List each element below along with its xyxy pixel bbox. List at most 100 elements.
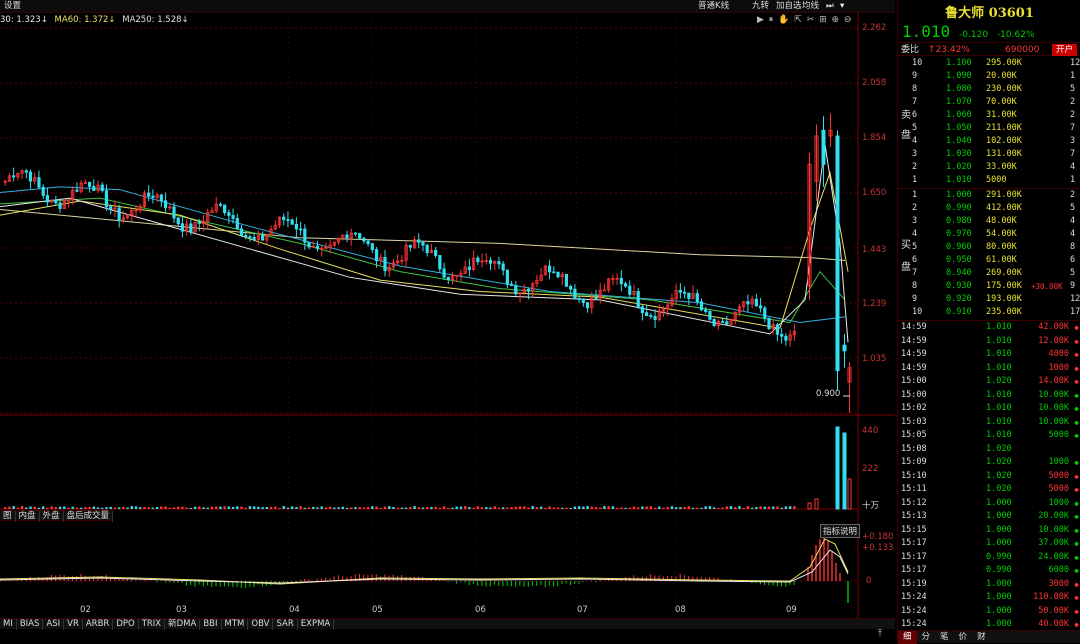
- tick-time: 15:00: [901, 376, 927, 386]
- tab-vr[interactable]: VR: [64, 619, 83, 630]
- tab-trades[interactable]: 笔: [935, 631, 954, 644]
- ask-row[interactable]: 1 1.010 5000 1: [898, 174, 1080, 187]
- tick-price: 1.010: [986, 389, 1012, 400]
- tab-obv[interactable]: OBV: [248, 619, 274, 630]
- tab-mi[interactable]: MI: [0, 619, 17, 630]
- candle-body: [41, 186, 45, 196]
- volume-bar: [354, 507, 357, 509]
- volume-bar: [501, 507, 505, 509]
- volume-bar: [607, 506, 610, 509]
- ask-row[interactable]: 2 1.020 33.00K 4: [898, 161, 1080, 174]
- tab-mtm[interactable]: MTM: [222, 619, 249, 630]
- candle-body: [746, 301, 750, 305]
- ask-count: 4: [1070, 162, 1076, 172]
- volume-bar: [670, 506, 674, 509]
- tab-price[interactable]: 价: [954, 631, 973, 644]
- stock-name: 鲁大师: [945, 6, 985, 21]
- open-account-button[interactable]: 开户: [1051, 44, 1077, 56]
- tick-row: 15:10 1.020 5000 ◆: [898, 470, 1080, 484]
- candle-body: [476, 257, 480, 263]
- volume-bar: [658, 506, 661, 509]
- bid-count: 5: [1070, 203, 1076, 213]
- candle-body: [721, 321, 725, 323]
- tab-arbr[interactable]: ARBR: [83, 619, 114, 630]
- candle-body: [345, 234, 349, 239]
- bid-row[interactable]: 6 0.950 61.00K 6: [898, 254, 1080, 267]
- tab-bbi[interactable]: BBI: [200, 619, 222, 630]
- tick-volume: 1000: [1048, 362, 1069, 373]
- tab-finance[interactable]: 财: [972, 631, 991, 644]
- ask-row[interactable]: 7 1.070 70.00K 2: [898, 96, 1080, 109]
- bid-row[interactable]: 3 0.980 48.00K 4: [898, 215, 1080, 228]
- bid-row[interactable]: 1 1.000 291.00K 2: [898, 189, 1080, 202]
- kline-chart-area[interactable]: [0, 12, 895, 618]
- arrow-up-icon: ◆: [1074, 512, 1079, 521]
- date-label: 02: [80, 605, 91, 615]
- volume-bar: [303, 507, 307, 509]
- ask-row[interactable]: 10 1.100 295.00K 12: [898, 57, 1080, 70]
- ask-row[interactable]: 6 1.060 31.00K 2: [898, 109, 1080, 122]
- candle-body: [366, 240, 370, 245]
- candle-body: [653, 316, 657, 320]
- ask-level: 2: [912, 162, 918, 172]
- candle-body: [775, 324, 780, 335]
- candle-body: [252, 237, 256, 240]
- bid-row[interactable]: 10 0.910 235.00K 17: [898, 306, 1080, 319]
- volume-bar: [63, 506, 66, 509]
- arrow-up-icon: ◆: [1074, 417, 1079, 427]
- tab-asi[interactable]: ASI: [43, 619, 65, 630]
- bid-level: 10: [912, 307, 923, 317]
- volume-bar: [134, 506, 138, 509]
- bid-row[interactable]: 8 0.930 175.00K +30.00K 9: [898, 280, 1080, 293]
- tick-row: 15:00 1.010 10.00K ◆: [898, 389, 1080, 403]
- volume-bar: [122, 506, 125, 509]
- ask-count: 2: [1070, 110, 1076, 120]
- tab-outer-volume[interactable]: 外盘: [40, 511, 64, 522]
- candle-body: [159, 194, 163, 202]
- bid-row[interactable]: 4 0.970 54.00K 4: [898, 228, 1080, 241]
- volume-bar: [130, 506, 133, 509]
- ask-row[interactable]: 4 1.040 102.00K 3: [898, 135, 1080, 148]
- volume-bar: [371, 506, 374, 509]
- tab-inner-volume[interactable]: 内盘: [16, 511, 40, 522]
- candle-body: [261, 235, 265, 241]
- tab-minute[interactable]: 分: [917, 631, 936, 644]
- bid-row[interactable]: 9 0.920 193.00K 12: [898, 293, 1080, 306]
- tab-volume-graph[interactable]: 图: [0, 511, 16, 522]
- tick-price: 1.000: [986, 511, 1012, 521]
- candle-body: [438, 255, 442, 270]
- ask-row[interactable]: 5 1.050 211.00K 7: [898, 122, 1080, 135]
- scroll-top-icon[interactable]: ⤒: [878, 629, 882, 639]
- arrow-up-icon: ◆: [1074, 390, 1079, 400]
- volume-bar: [244, 507, 247, 509]
- volume-bar: [92, 506, 96, 509]
- tab-new-dma[interactable]: 新DMA: [165, 619, 201, 630]
- tab-bias[interactable]: BIAS: [17, 619, 44, 630]
- tab-detail[interactable]: 细: [898, 631, 917, 644]
- bid-count: 6: [1070, 255, 1076, 265]
- bid-row[interactable]: 5 0.960 80.00K 8: [898, 241, 1080, 254]
- volume-bar: [278, 507, 281, 509]
- tab-trix[interactable]: TRIX: [139, 619, 166, 630]
- candle-body: [353, 232, 358, 235]
- indicator-help-button[interactable]: 指标说明: [820, 524, 861, 538]
- bid-row[interactable]: 7 0.940 269.00K 5: [898, 267, 1080, 280]
- ask-row[interactable]: 3 1.030 131.00K 7: [898, 148, 1080, 161]
- tab-after-hours-volume[interactable]: 盘后成交量: [64, 511, 114, 522]
- bid-row[interactable]: 2 0.990 412.00K 5: [898, 202, 1080, 215]
- volume-bar: [177, 506, 180, 509]
- volume-bar: [252, 506, 256, 509]
- tab-dpo[interactable]: DPO: [113, 619, 139, 630]
- ask-volume: 31.00K: [986, 110, 1017, 120]
- date-label: 04: [289, 605, 300, 615]
- candle-body: [577, 298, 581, 300]
- candle-body: [383, 257, 387, 272]
- tab-expma[interactable]: EXPMA: [298, 619, 335, 630]
- candle-body: [282, 216, 286, 220]
- ask-volume: 230.00K: [986, 84, 1022, 94]
- tick-time: 15:11: [901, 484, 927, 494]
- ask-row[interactable]: 8 1.080 230.00K 5: [898, 83, 1080, 96]
- tab-sar[interactable]: SAR: [273, 619, 298, 630]
- ask-row[interactable]: 9 1.090 20.00K 1: [898, 70, 1080, 83]
- arrow-down-icon: ◆: [1074, 579, 1079, 589]
